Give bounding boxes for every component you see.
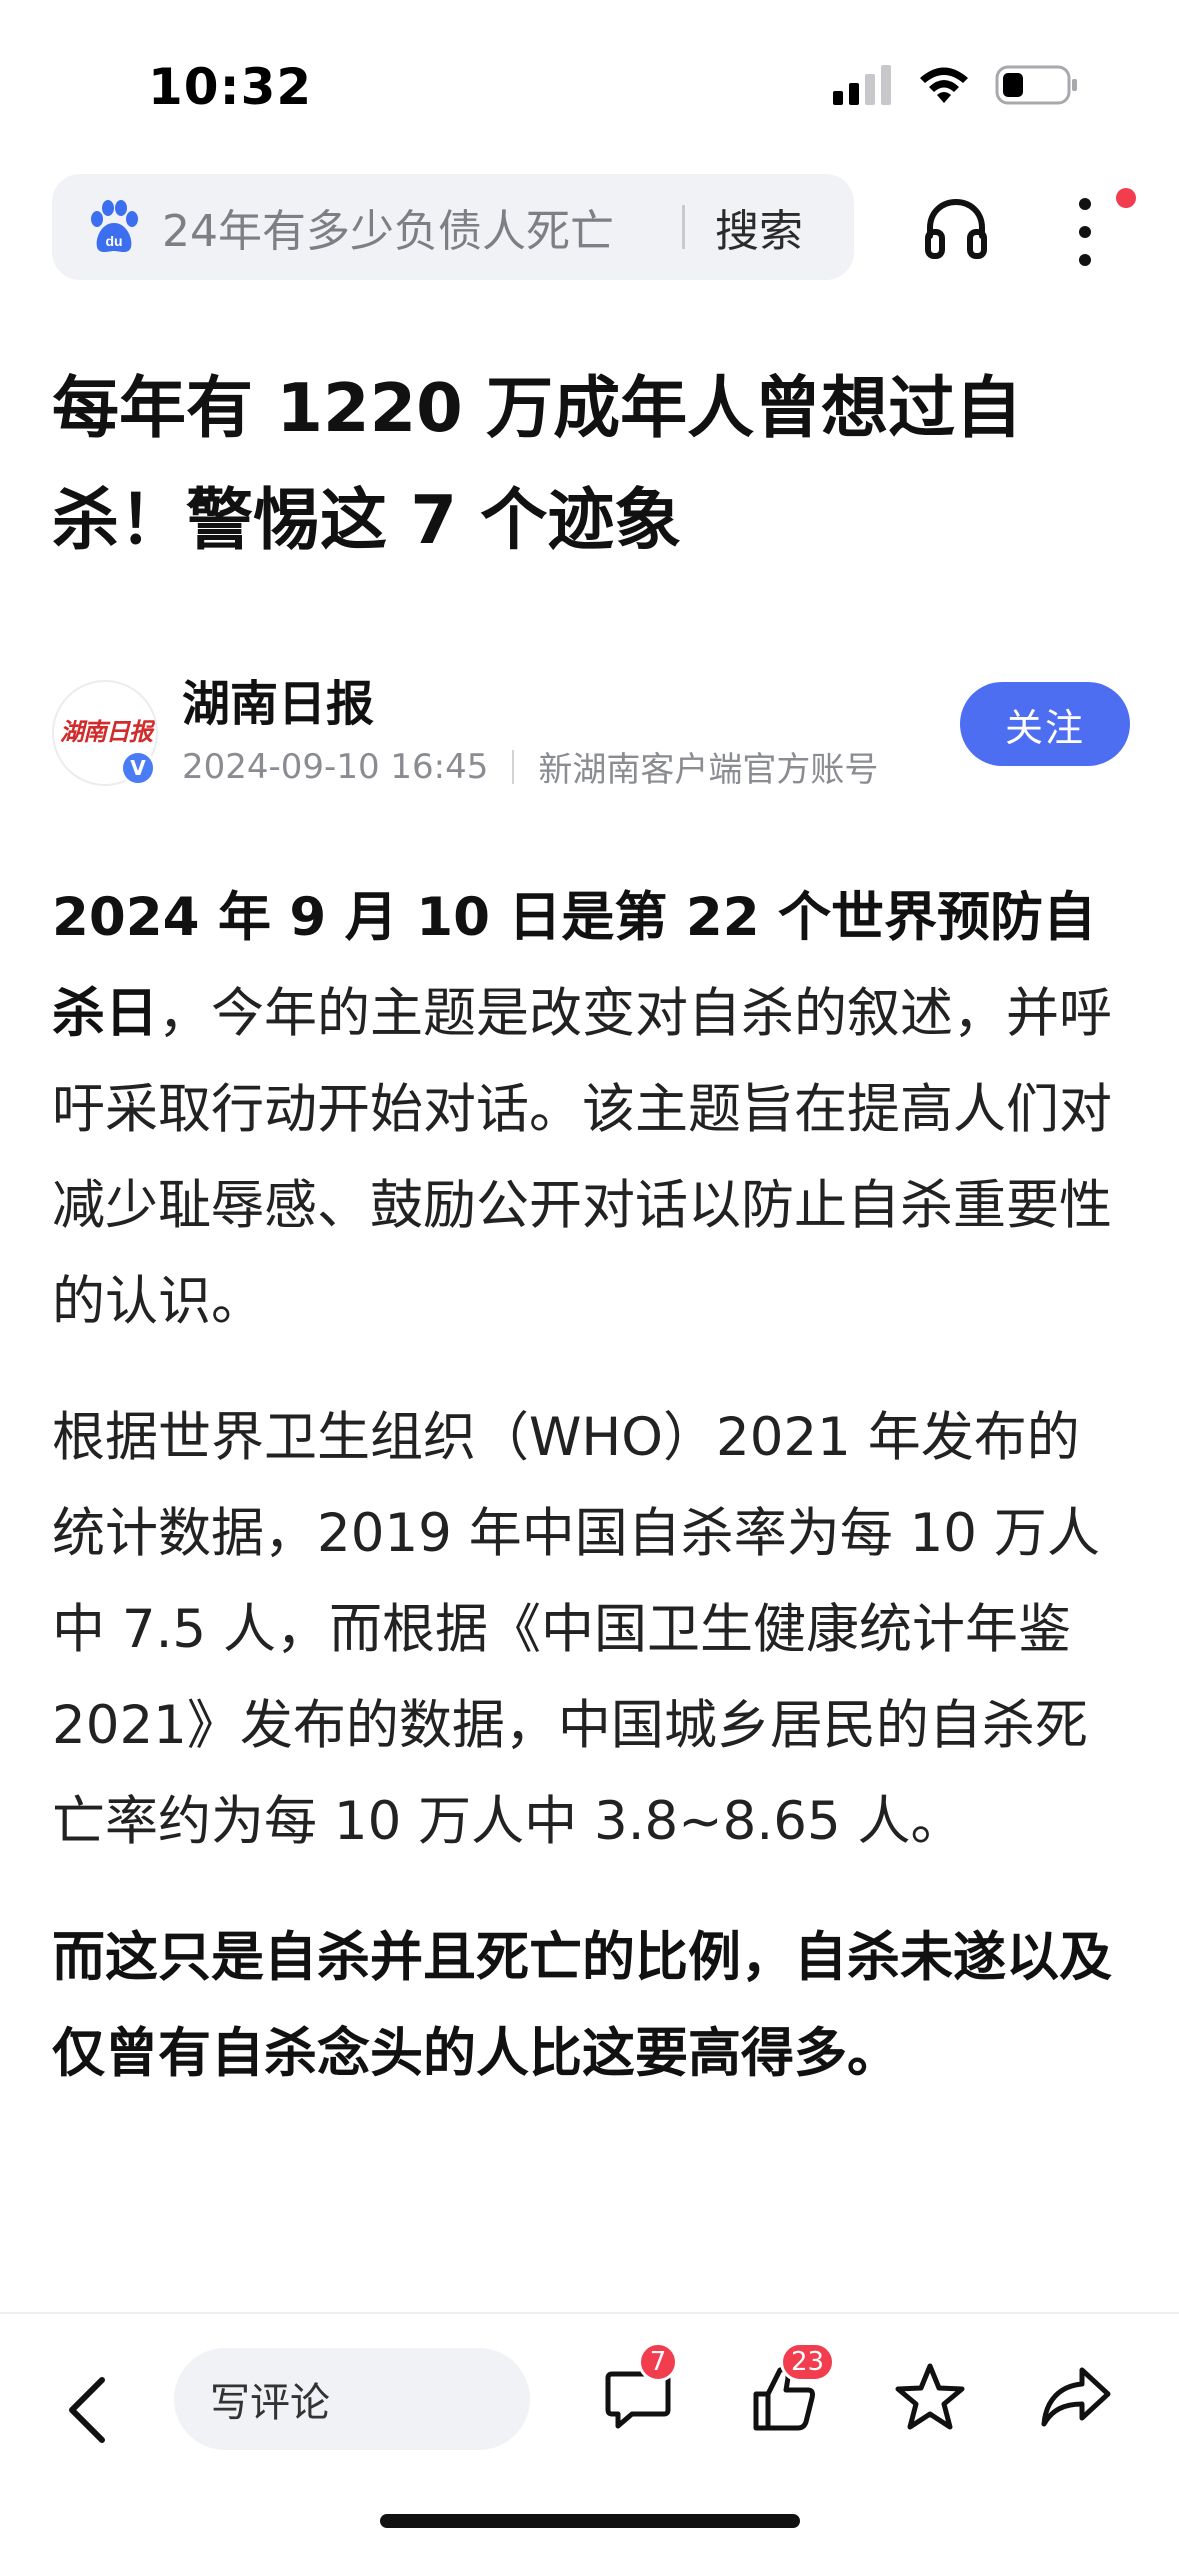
article-title: 每年有 1220 万成年人曾想过自杀！警惕这 7 个迹象	[52, 369, 1023, 559]
status-icons	[833, 64, 1079, 106]
comment-input[interactable]: 写评论	[174, 2348, 530, 2450]
follow-button[interactable]: 关注	[960, 682, 1130, 766]
search-row: du 24年有多少负债人死亡 搜索	[0, 170, 1179, 288]
baidu-paw-icon: du	[86, 199, 142, 255]
author-meta: 2024-09-10 16:45 新湖南客户端官方账号	[182, 742, 878, 791]
search-input[interactable]: 24年有多少负债人死亡	[162, 195, 662, 259]
battery-icon	[995, 65, 1077, 105]
paragraph-1: 2024 年 9 月 10 日是第 22 个世界预防自杀日，今年的主题是改变对自…	[52, 870, 1132, 1350]
headphones-icon[interactable]	[920, 192, 992, 264]
back-arrow-icon[interactable]	[58, 2370, 118, 2450]
more-vertical-icon[interactable]	[1060, 192, 1110, 272]
author-row: 湖南日报 V 湖南日报 2024-09-10 16:45 新湖南客户端官方账号 …	[0, 660, 1179, 790]
paragraph-2: 根据世界卫生组织（WHO）2021 年发布的统计数据，2019 年中国自杀率为每…	[52, 1407, 1100, 1852]
wifi-icon	[920, 67, 968, 103]
notification-dot	[1116, 188, 1136, 208]
author-source: 新湖南客户端官方账号	[538, 750, 879, 790]
search-button[interactable]: 搜索	[715, 195, 803, 259]
author-name[interactable]: 湖南日报	[182, 664, 374, 734]
paragraph-3: 而这只是自杀并且死亡的比例，自杀未遂以及仅曾有自杀念头的人比这要高得多。	[52, 1927, 1112, 2084]
star-icon[interactable]	[890, 2358, 970, 2438]
comment-placeholder: 写评论	[210, 2380, 330, 2426]
bottom-toolbar: 写评论 7 23	[0, 2312, 1179, 2558]
avatar-logo-text: 湖南日报	[60, 717, 153, 746]
article-body: 2024 年 9 月 10 日是第 22 个世界预防自杀日，今年的主题是改变对自…	[52, 870, 1132, 2142]
search-box[interactable]: du 24年有多少负债人死亡 搜索	[52, 174, 854, 280]
publish-date: 2024-09-10 16:45	[182, 746, 489, 787]
signal-icon	[833, 65, 891, 105]
like-count-badge: 23	[780, 2342, 836, 2382]
status-time: 10:32	[148, 58, 313, 116]
meta-divider	[512, 749, 515, 784]
search-divider	[682, 205, 685, 249]
verified-icon: V	[120, 750, 156, 786]
status-bar: 10:32	[0, 0, 1179, 170]
paragraph-1-text: ，今年的主题是改变对自杀的叙述，并呼吁采取行动开始对话。该主题旨在提高人们对减少…	[52, 983, 1112, 1332]
comment-count-badge: 7	[638, 2342, 678, 2382]
svg-text:du: du	[105, 233, 122, 249]
share-icon[interactable]	[1036, 2358, 1116, 2438]
home-indicator	[380, 2514, 800, 2528]
